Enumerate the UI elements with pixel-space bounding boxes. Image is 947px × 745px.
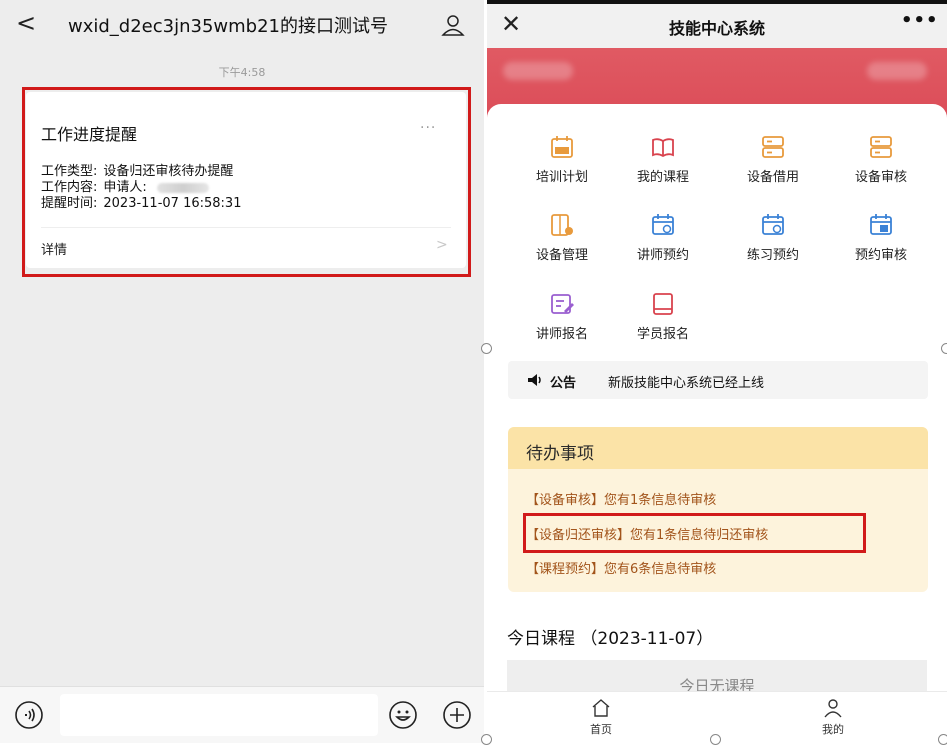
calendar-review-icon xyxy=(870,214,892,235)
input-bar xyxy=(0,686,484,743)
menu-label: 设备管理 xyxy=(535,248,588,263)
message-timestamp: 下午4:58 xyxy=(218,66,266,79)
today-courses-title: 今日课程 （2023-11-07） xyxy=(507,629,714,649)
menu-label: 设备审核 xyxy=(854,170,907,185)
todo-header: 待办事项 xyxy=(508,427,928,469)
tab-label: 首页 xyxy=(590,723,612,736)
todo-item[interactable]: 【设备审核】您有1条信息待审核 xyxy=(526,489,716,508)
plus-icon[interactable] xyxy=(442,700,472,730)
app-title: 技能中心系统 xyxy=(668,19,765,38)
resize-handle xyxy=(481,343,492,354)
more-icon[interactable]: ••• xyxy=(901,10,939,31)
menu-label: 我的课程 xyxy=(636,170,689,185)
menu-label: 练习预约 xyxy=(746,248,799,263)
device-review-icon xyxy=(870,136,892,158)
resize-handle xyxy=(710,734,721,745)
menu-item-device-manage[interactable]: 设备管理 xyxy=(517,212,607,263)
todo-panel: 待办事项 【设备审核】您有1条信息待审核 【设备归还审核】您有1条信息待归还审核… xyxy=(508,427,928,592)
book-icon xyxy=(652,138,674,158)
tab-home[interactable]: 首页 xyxy=(561,698,641,737)
app-navbar: ✕ 技能中心系统 ••• xyxy=(487,4,947,48)
menu-label: 培训计划 xyxy=(535,170,588,185)
resize-handle xyxy=(938,734,947,745)
device-borrow-icon xyxy=(762,136,784,158)
edit-form-icon xyxy=(551,294,574,314)
menu-label: 讲师预约 xyxy=(636,248,689,263)
app-panel: ✕ 技能中心系统 ••• 培训计划 我的课程 设备借用 设备审核 设备管理 讲师… xyxy=(487,0,947,743)
menu-label: 设备借用 xyxy=(746,170,799,185)
menu-item-training-plan[interactable]: 培训计划 xyxy=(517,134,607,185)
blurred-user-info xyxy=(503,62,573,80)
menu-item-lecturer-booking[interactable]: 讲师预约 xyxy=(618,212,708,263)
chat-header: < wxid_d2ec3jn35wmb21的接口测试号 xyxy=(0,0,484,50)
training-plan-icon xyxy=(551,136,573,158)
device-manage-icon xyxy=(551,214,573,236)
speaker-icon xyxy=(528,374,541,386)
blurred-user-info xyxy=(867,62,927,80)
announcement-tag: 公告 xyxy=(550,376,577,391)
todo-title: 待办事项 xyxy=(526,444,594,464)
chevron-left-icon[interactable]: < xyxy=(16,9,36,37)
resize-handle xyxy=(481,734,492,745)
announcement-text: 新版技能中心系统已经上线 xyxy=(608,376,765,391)
menu-item-device-review[interactable]: 设备审核 xyxy=(836,134,926,185)
announcement-bar[interactable]: 公告 新版技能中心系统已经上线 xyxy=(508,361,928,399)
user-icon xyxy=(824,699,842,718)
content-sheet xyxy=(487,104,947,704)
menu-item-student-signup[interactable]: 学员报名 xyxy=(618,291,708,342)
highlight-box xyxy=(22,87,471,277)
home-icon xyxy=(592,699,610,717)
message-input[interactable] xyxy=(60,694,378,736)
calendar-icon xyxy=(652,214,674,235)
menu-label: 讲师报名 xyxy=(535,327,588,342)
resize-handle xyxy=(941,343,947,354)
voice-icon[interactable] xyxy=(14,700,44,730)
smile-icon[interactable] xyxy=(388,700,418,730)
chat-panel: < wxid_d2ec3jn35wmb21的接口测试号 下午4:58 工作进度提… xyxy=(0,0,484,743)
book-icon xyxy=(653,293,673,315)
menu-item-lecturer-signup[interactable]: 讲师报名 xyxy=(517,291,607,342)
person-icon[interactable] xyxy=(440,12,466,38)
tab-label: 我的 xyxy=(822,723,844,736)
highlight-box xyxy=(523,513,866,553)
calendar-icon xyxy=(762,214,784,235)
menu-item-my-courses[interactable]: 我的课程 xyxy=(618,134,708,185)
menu-label: 预约审核 xyxy=(854,248,907,263)
todo-item[interactable]: 【课程预约】您有6条信息待审核 xyxy=(526,558,716,577)
chat-title: wxid_d2ec3jn35wmb21的接口测试号 xyxy=(68,16,389,37)
tab-me[interactable]: 我的 xyxy=(793,698,873,737)
menu-item-practice-booking[interactable]: 练习预约 xyxy=(728,212,818,263)
menu-item-device-borrow[interactable]: 设备借用 xyxy=(728,134,818,185)
menu-label: 学员报名 xyxy=(636,327,689,342)
menu-item-booking-review[interactable]: 预约审核 xyxy=(836,212,926,263)
